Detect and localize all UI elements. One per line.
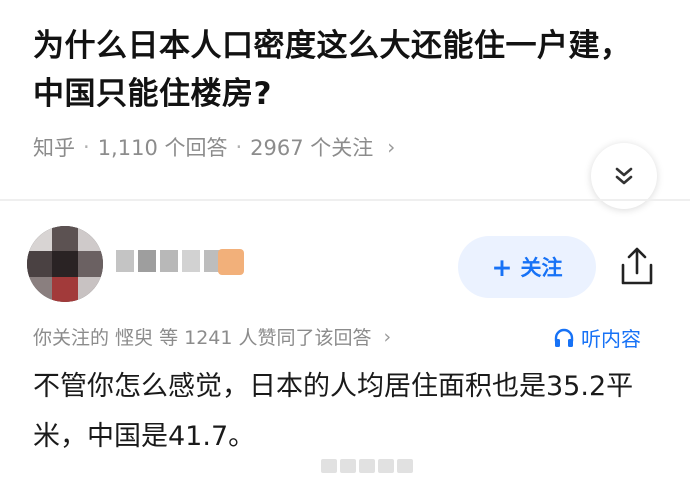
share-button[interactable]: [615, 243, 659, 291]
liked-by-text: 你关注的 悭臾 等 1241 人赞同了该回答: [33, 327, 372, 349]
chevron-right-icon: ›: [383, 325, 392, 348]
zhihu-answer-page: 为什么日本人口密度这么大还能住一户建，中国只能住楼房? 知乎 · 1,110 个…: [0, 0, 690, 486]
share-icon: [621, 247, 653, 285]
blurred-name-block: [138, 250, 156, 272]
author-avatar[interactable]: [27, 226, 103, 302]
blurred-name-block: [160, 250, 178, 272]
listen-button[interactable]: 听内容: [553, 323, 641, 352]
listen-label: 听内容: [581, 327, 641, 351]
follower-count: 2967 个关注: [250, 136, 374, 160]
follow-label: 关注: [520, 256, 563, 280]
double-chevron-down-icon: [615, 167, 633, 185]
plus-icon: +: [491, 252, 513, 282]
headphones-icon: [554, 328, 574, 347]
section-divider: [0, 199, 690, 201]
meta-separator: ·: [83, 135, 90, 159]
pixelated-watermark: [321, 459, 413, 473]
answer-body[interactable]: 不管你怎么感觉，日本的人均居住面积也是35.2平米，中国是41.7。: [33, 362, 663, 462]
liked-by-line[interactable]: 你关注的 悭臾 等 1241 人赞同了该回答 ›: [33, 323, 391, 350]
blurred-name-block: [182, 250, 200, 272]
author-badge-icon: [218, 249, 244, 275]
blurred-name-block: [116, 250, 134, 272]
meta-separator: ·: [235, 135, 243, 159]
question-title[interactable]: 为什么日本人口密度这么大还能住一户建，中国只能住楼房?: [33, 22, 653, 118]
answer-count: 1,110 个回答: [97, 136, 228, 160]
chevron-right-icon: ›: [387, 135, 396, 159]
follow-button[interactable]: + 关注: [458, 236, 596, 298]
author-name-pixelated[interactable]: [116, 250, 222, 272]
source-label: 知乎: [33, 136, 75, 160]
question-meta[interactable]: 知乎 · 1,110 个回答 · 2967 个关注 ›: [33, 132, 395, 162]
